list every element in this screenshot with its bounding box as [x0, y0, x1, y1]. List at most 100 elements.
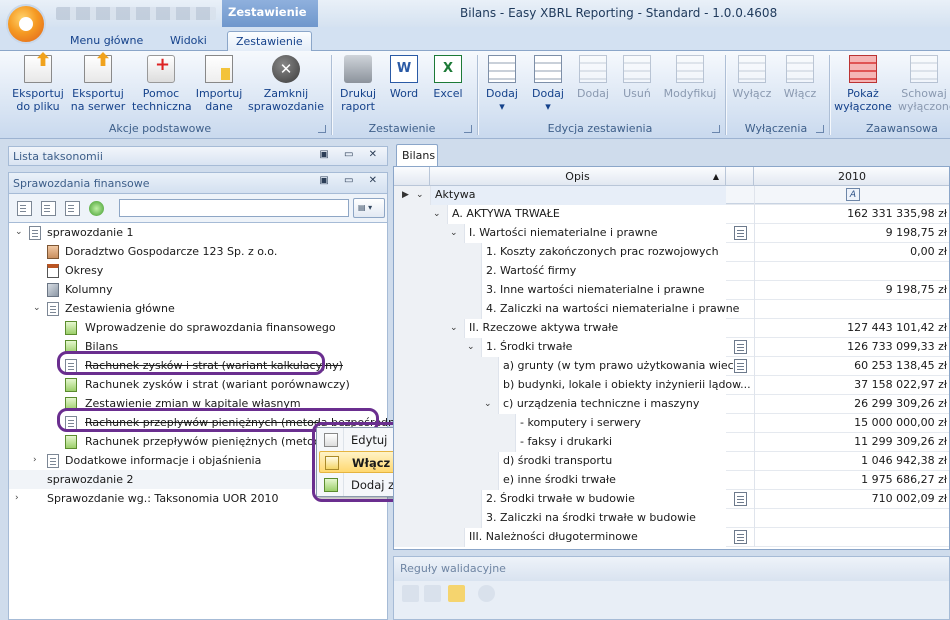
collapse-arrow-icon[interactable]: ⌄ — [15, 223, 25, 242]
export-file-button[interactable]: Eksportuj do pliku — [10, 52, 66, 113]
modify-button[interactable]: Modyfikuj — [662, 55, 718, 100]
group-launcher-basic[interactable] — [318, 125, 326, 133]
new-report-icon[interactable] — [17, 201, 32, 216]
row-value-2010[interactable]: 15 000 000,00 zł — [754, 414, 949, 433]
row-value-2010[interactable]: 710 002,09 zł — [754, 490, 949, 509]
validation-tool-icon[interactable] — [402, 585, 419, 602]
notes-icon[interactable] — [734, 359, 747, 373]
quick-access-toolbar[interactable] — [56, 7, 216, 20]
grid-row[interactable]: b) budynki, lokale i obiekty inżynierii … — [394, 376, 949, 395]
notes-icon[interactable] — [734, 530, 747, 544]
grid-row[interactable]: ⌄ I. Wartości niematerialne i prawne 9 198… — [394, 224, 949, 243]
hide-excluded-button[interactable]: Schowaj wyłączone — [898, 55, 950, 113]
column-header-opis[interactable]: Opis ▲ — [430, 167, 726, 186]
tab-main-menu[interactable]: Menu główne — [62, 31, 151, 51]
grid-row[interactable]: d) środki transportu 1 046 942,38 zł — [394, 452, 949, 471]
tree-item-statement[interactable]: Wprowadzenie do sprawozdania finansowego — [9, 318, 387, 337]
row-value-2010[interactable]: 60 253 138,45 zł — [754, 357, 949, 376]
view-options-button[interactable]: ▤ ▾ — [353, 198, 385, 218]
grid-row[interactable]: 3. Zaliczki na środki trwałe w budowie — [394, 509, 949, 528]
row-value-2010[interactable]: 11 299 309,26 zł — [754, 433, 949, 452]
grid-row[interactable]: - faksy i drukarki 11 299 309,26 zł — [394, 433, 949, 452]
row-collapse-icon[interactable]: ⌄ — [450, 224, 458, 242]
row-collapse-icon[interactable]: ⌄ — [416, 186, 424, 204]
row-collapse-icon[interactable]: ⌄ — [433, 205, 441, 223]
tree-item-company[interactable]: Doradztwo Gospodarcze 123 Sp. z o.o. — [9, 242, 387, 261]
row-value-2010[interactable]: 162 331 335,98 zł — [754, 205, 949, 224]
row-value-2010[interactable]: 26 299 309,26 zł — [754, 395, 949, 414]
row-value-2010[interactable]: 37 158 022,97 zł — [754, 376, 949, 395]
grid-row[interactable]: a) grunty (w tym prawo użytkowania wiec.… — [394, 357, 949, 376]
row-value-2010[interactable]: 126 733 099,33 zł — [754, 338, 949, 357]
add-row-button[interactable]: Dodaj ▾ — [482, 55, 522, 113]
row-value-2010[interactable] — [754, 300, 949, 319]
row-collapse-icon[interactable]: ⌄ — [467, 338, 475, 356]
group-launcher-exclusions[interactable] — [816, 125, 824, 133]
import-data-button[interactable]: Importuj dane — [194, 55, 244, 113]
column-header-2010[interactable]: 2010 — [754, 167, 949, 186]
include-button[interactable]: Włącz — [778, 55, 822, 100]
add-report-icon[interactable] — [41, 201, 56, 216]
remove-button[interactable]: Usuń — [618, 55, 656, 100]
row-value-2010[interactable]: 127 443 101,42 zł — [754, 319, 949, 338]
row-value-2010[interactable]: 0,00 zł — [754, 243, 949, 262]
expand-arrow-icon[interactable]: › — [15, 489, 25, 508]
grid-row[interactable]: 3. Inne wartości niematerialne i prawne 9… — [394, 281, 949, 300]
collapse-arrow-icon[interactable]: ⌄ — [33, 299, 43, 318]
grid-row[interactable]: 1. Koszty zakończonych prac rozwojowych 0… — [394, 243, 949, 262]
show-excluded-button[interactable]: Pokaż wyłączone — [834, 55, 892, 113]
row-value-2010[interactable] — [754, 528, 949, 547]
row-value-2010[interactable]: 9 198,75 zł — [754, 224, 949, 243]
notes-icon[interactable] — [734, 340, 747, 354]
tab-views[interactable]: Widoki — [162, 31, 215, 51]
grid-row[interactable]: 4. Zaliczki na wartości niematerialne i … — [394, 300, 949, 319]
tab-statement[interactable]: Zestawienie — [227, 31, 312, 51]
grid-row[interactable]: ⌄ A. AKTYWA TRWAŁE 162 331 335,98 zł — [394, 205, 949, 224]
tree-item-main-statements[interactable]: ⌄ Zestawienia główne — [9, 299, 387, 318]
expand-arrow-icon[interactable]: › — [33, 451, 43, 470]
grid-row[interactable]: III. Należności długoterminowe — [394, 528, 949, 547]
group-launcher-statement[interactable] — [464, 125, 472, 133]
exclude-button[interactable]: Wyłącz — [730, 55, 774, 100]
validation-info-icon[interactable] — [478, 585, 495, 602]
grid-row[interactable]: ▶ ⌄ Aktywa — [394, 186, 949, 205]
tab-bilans[interactable]: Bilans — [396, 144, 438, 166]
tree-item-statement[interactable]: Rachunek zysków i strat (wariant porówna… — [9, 375, 387, 394]
notes-icon[interactable] — [734, 226, 747, 240]
grid-row[interactable]: ⌄ II. Rzeczowe aktywa trwałe 127 443 101,4… — [394, 319, 949, 338]
row-value-2010[interactable]: 1 975 686,27 zł — [754, 471, 949, 490]
excel-button[interactable]: X Excel — [428, 55, 468, 100]
tree-item-periods[interactable]: Okresy — [9, 261, 387, 280]
export-server-button[interactable]: Eksportuj na serwer — [70, 52, 126, 113]
notes-icon[interactable] — [734, 492, 747, 506]
panel-window-buttons[interactable]: ▣ ▭ ✕ — [319, 175, 383, 186]
word-button[interactable]: W Word — [384, 55, 424, 100]
delete-report-icon[interactable] — [65, 201, 80, 216]
row-value-2010[interactable] — [754, 509, 949, 528]
add-column-button[interactable]: Dodaj ▾ — [528, 55, 568, 113]
tree-item-report-1[interactable]: ⌄ sprawozdanie 1 — [9, 223, 387, 242]
group-launcher-edit[interactable] — [712, 125, 720, 133]
tree-item-columns[interactable]: Kolumny — [9, 280, 387, 299]
row-collapse-icon[interactable]: ⌄ — [484, 395, 492, 413]
grid-row[interactable]: ⌄ 1. Środki trwałe 126 733 099,33 zł — [394, 338, 949, 357]
grid-row[interactable]: ⌄ c) urządzenia techniczne i maszyny 26 29… — [394, 395, 949, 414]
tech-support-button[interactable]: Pomoc techniczna — [132, 55, 192, 113]
panel-window-buttons[interactable]: ▣ ▭ ✕ — [319, 149, 383, 160]
add-button-disabled[interactable]: Dodaj — [574, 55, 612, 100]
tree-search-input[interactable] — [119, 199, 349, 217]
grid-row[interactable]: - komputery i serwery 15 000 000,00 zł — [394, 414, 949, 433]
row-value-2010[interactable]: 1 046 942,38 zł — [754, 452, 949, 471]
row-value-2010[interactable] — [754, 262, 949, 281]
grid-row[interactable]: e) inne środki trwałe 1 975 686,27 zł — [394, 471, 949, 490]
print-report-button[interactable]: Drukuj raport — [336, 55, 380, 113]
app-orb-button[interactable] — [6, 4, 46, 44]
validation-run-icon[interactable] — [448, 585, 465, 602]
refresh-icon[interactable] — [89, 201, 104, 216]
row-value-2010[interactable] — [754, 186, 949, 205]
row-collapse-icon[interactable]: ⌄ — [450, 319, 458, 337]
validation-tool-icon[interactable] — [424, 585, 441, 602]
grid-row[interactable]: 2. Środki trwałe w budowie 710 002,09 zł — [394, 490, 949, 509]
close-report-button[interactable]: ✕ Zamknij sprawozdanie — [248, 55, 324, 113]
row-value-2010[interactable]: 9 198,75 zł — [754, 281, 949, 300]
